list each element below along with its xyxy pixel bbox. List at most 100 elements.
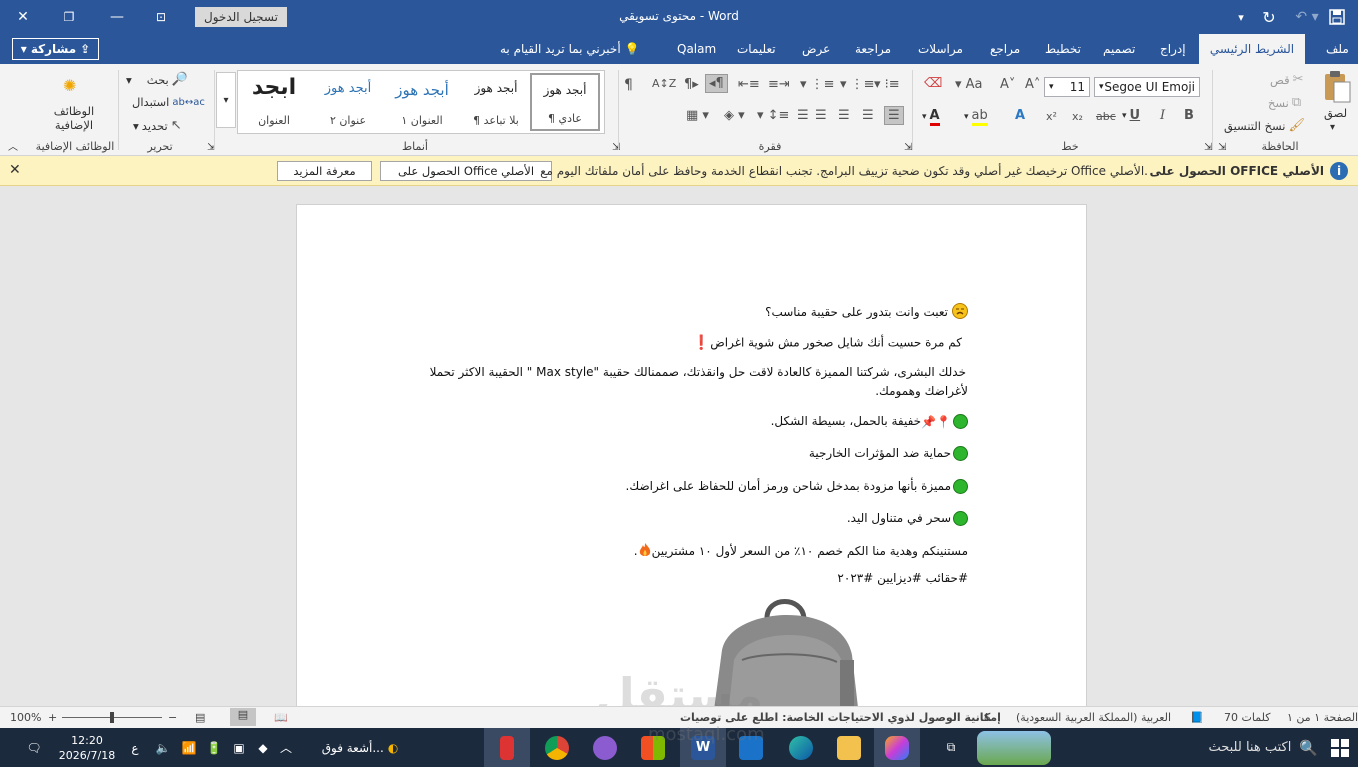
- zoom-in-button[interactable]: +: [48, 711, 57, 724]
- tab-layout[interactable]: تخطيط: [1035, 34, 1091, 64]
- taskbar-app-messenger[interactable]: [582, 728, 628, 767]
- doc-line[interactable]: سحر في متناول اليد.: [847, 511, 968, 526]
- bullets-button[interactable]: ▾ ⁝≡: [874, 77, 900, 92]
- zoom-slider-thumb[interactable]: [110, 712, 114, 723]
- proofing-icon[interactable]: 📘: [1190, 711, 1204, 724]
- clear-formatting-button[interactable]: ⌫: [924, 76, 942, 91]
- volume-icon[interactable]: 🔈: [152, 728, 174, 767]
- style-normal[interactable]: أبجد هوز ¶ عادي: [530, 73, 600, 131]
- format-painter-button[interactable]: نسخ التنسيق 🖌: [1224, 118, 1305, 133]
- taskbar-app-edge[interactable]: [778, 728, 824, 767]
- doc-line[interactable]: كم مرة حسيت أنك شايل صخور مش شوية اغراض❗: [693, 335, 962, 351]
- doc-line[interactable]: #حقائب #ديزايين #٢٠٢٣: [837, 571, 968, 585]
- page-number[interactable]: الصفحة ١ من ١: [1287, 711, 1358, 724]
- zoom-level[interactable]: 100%: [10, 711, 41, 724]
- grow-font-button[interactable]: A˄: [1025, 77, 1040, 92]
- word-count[interactable]: 70 كلمات: [1224, 711, 1270, 724]
- taskbar-search[interactable]: 🔍 اكتب هنا للبحث: [1168, 728, 1318, 767]
- redo-icon[interactable]: ↻: [1254, 4, 1284, 30]
- get-genuine-office-button[interactable]: الحصول على Office الأصلي: [380, 161, 552, 181]
- input-language[interactable]: ع: [126, 728, 144, 767]
- paste-button[interactable]: لصق: [1324, 106, 1347, 120]
- text-effects-button[interactable]: A: [1015, 108, 1025, 123]
- paste-icon[interactable]: [1322, 70, 1352, 104]
- multilevel-list-button[interactable]: ▾ ⋮≡: [800, 77, 835, 92]
- style-heading-1[interactable]: أبجد هوز العنوان ١: [386, 73, 458, 131]
- doc-line[interactable]: مستنينكم وهدية منا الكم خصم ١٠٪ من السعر…: [634, 542, 968, 561]
- ltr-button[interactable]: ¶▸: [684, 77, 699, 92]
- chevron-down-icon[interactable]: ▾: [1330, 122, 1335, 133]
- taskbar-app-chrome[interactable]: [534, 728, 580, 767]
- decrease-indent-button[interactable]: ⇤≡: [738, 77, 760, 92]
- addins-button[interactable]: الوظائف الإضافية: [42, 104, 106, 132]
- style-no-spacing[interactable]: أبجد هوز ¶ بلا تباعد: [460, 73, 532, 131]
- customize-toolbar-icon[interactable]: ▾: [1226, 4, 1256, 30]
- doc-line[interactable]: مميزة بأنها مزودة بمدخل شاحن ورمز أمان ل…: [626, 479, 968, 494]
- copy-button[interactable]: نسخ ⧉: [1268, 95, 1301, 110]
- collapse-ribbon-icon[interactable]: ︿: [8, 138, 18, 153]
- task-view-icon[interactable]: ⧉: [930, 728, 972, 767]
- tab-insert[interactable]: إدراج: [1150, 34, 1196, 64]
- tray-app-icon[interactable]: ▣: [228, 728, 250, 767]
- sort-button[interactable]: A↕Z: [652, 77, 676, 90]
- replace-button[interactable]: استبدال ab↔ac: [132, 95, 205, 109]
- tab-references[interactable]: مراجع: [980, 34, 1030, 64]
- doc-line[interactable]: خدلك البشرى، شركتنا المميزة كالعادة لاقت…: [430, 365, 966, 379]
- tab-view[interactable]: عرض: [792, 34, 840, 64]
- justify-button[interactable]: ☰: [797, 108, 809, 123]
- dialog-launcher-icon[interactable]: ⇲: [612, 142, 620, 153]
- copilot-tray-icon[interactable]: ◆: [252, 728, 274, 767]
- learn-more-button[interactable]: معرفة المزيد: [277, 161, 372, 181]
- shrink-font-button[interactable]: A˅: [1000, 77, 1015, 92]
- numbering-button[interactable]: ▾ ⋮≡: [840, 77, 875, 92]
- focus-mode-icon[interactable]: ▤: [195, 711, 205, 724]
- find-button[interactable]: ▾ بحث 🔎: [126, 72, 188, 87]
- taskbar-app-explorer[interactable]: [826, 728, 872, 767]
- battery-icon[interactable]: 🔋: [203, 728, 225, 767]
- tab-qalam[interactable]: Qalam: [667, 34, 726, 64]
- clock[interactable]: 12:20 2026/7/18: [56, 728, 118, 767]
- underline-button[interactable]: ▾ U: [1122, 108, 1140, 123]
- save-icon[interactable]: [1322, 4, 1352, 30]
- doc-line[interactable]: تعبت وانت بتدور على حقيبة مناسب؟: [765, 303, 968, 322]
- close-icon[interactable]: ✕: [9, 162, 21, 178]
- align-right-button[interactable]: ☰: [884, 106, 904, 125]
- share-button[interactable]: ▾ مشاركة ⇪: [12, 38, 99, 60]
- accessibility-status[interactable]: إمكانية الوصول لذوي الاحتياجات الخاصة: ا…: [680, 711, 1001, 724]
- bold-button[interactable]: B: [1184, 108, 1194, 123]
- tab-file[interactable]: ملف: [1316, 34, 1358, 64]
- styles-more-button[interactable]: ▾: [216, 72, 236, 128]
- shading-button[interactable]: ◈ ▾: [724, 108, 745, 123]
- strikethrough-button[interactable]: abc: [1096, 110, 1116, 123]
- print-layout-icon[interactable]: ▤: [230, 708, 256, 726]
- align-center-button[interactable]: ☰: [862, 108, 874, 123]
- borders-button[interactable]: ▦ ▾: [686, 108, 709, 123]
- doc-line[interactable]: 📍📌خفيفة بالحمل، بسيطة الشكل.: [771, 414, 968, 429]
- subscript-button[interactable]: x₂: [1072, 110, 1083, 123]
- tab-mailings[interactable]: مراسلات: [908, 34, 973, 64]
- taskbar-app-copilot[interactable]: [874, 728, 920, 767]
- line-spacing-button[interactable]: ▾ ↕≡: [757, 108, 789, 123]
- font-color-button[interactable]: ▾ A: [922, 108, 940, 126]
- show-marks-button[interactable]: ¶: [624, 77, 633, 93]
- read-mode-icon[interactable]: 📖: [274, 711, 288, 724]
- dialog-launcher-icon[interactable]: ⇲: [1218, 142, 1226, 153]
- italic-button[interactable]: I: [1160, 108, 1165, 123]
- font-name-dropdown[interactable]: ▾ Segoe UI Emoji: [1094, 77, 1200, 97]
- wifi-icon[interactable]: 📶: [178, 728, 200, 767]
- tab-review[interactable]: مراجعة: [845, 34, 901, 64]
- align-justify-low-button[interactable]: ☰: [815, 108, 827, 123]
- document-page[interactable]: تعبت وانت بتدور على حقيبة مناسب؟ كم مرة …: [296, 204, 1087, 706]
- taskbar-app-unknown[interactable]: [484, 728, 530, 767]
- doc-line[interactable]: حماية ضد المؤثرات الخارجية: [809, 446, 968, 461]
- tab-help[interactable]: تعليمات: [727, 34, 786, 64]
- align-left-button[interactable]: ☰: [838, 108, 850, 123]
- tab-design[interactable]: تصميم: [1093, 34, 1145, 64]
- undo-icon[interactable]: ↶ ▾: [1292, 4, 1322, 30]
- widgets-image[interactable]: [974, 728, 1054, 767]
- cut-button[interactable]: قص ✂: [1270, 72, 1304, 87]
- tell-me-search[interactable]: أخبرني بما تريد القيام به 💡: [500, 42, 639, 56]
- highlight-button[interactable]: ▾ ab: [964, 108, 988, 126]
- language-status[interactable]: العربية (المملكة العربية السعودية): [1016, 711, 1171, 724]
- style-title[interactable]: ابجد العنوان: [240, 73, 308, 131]
